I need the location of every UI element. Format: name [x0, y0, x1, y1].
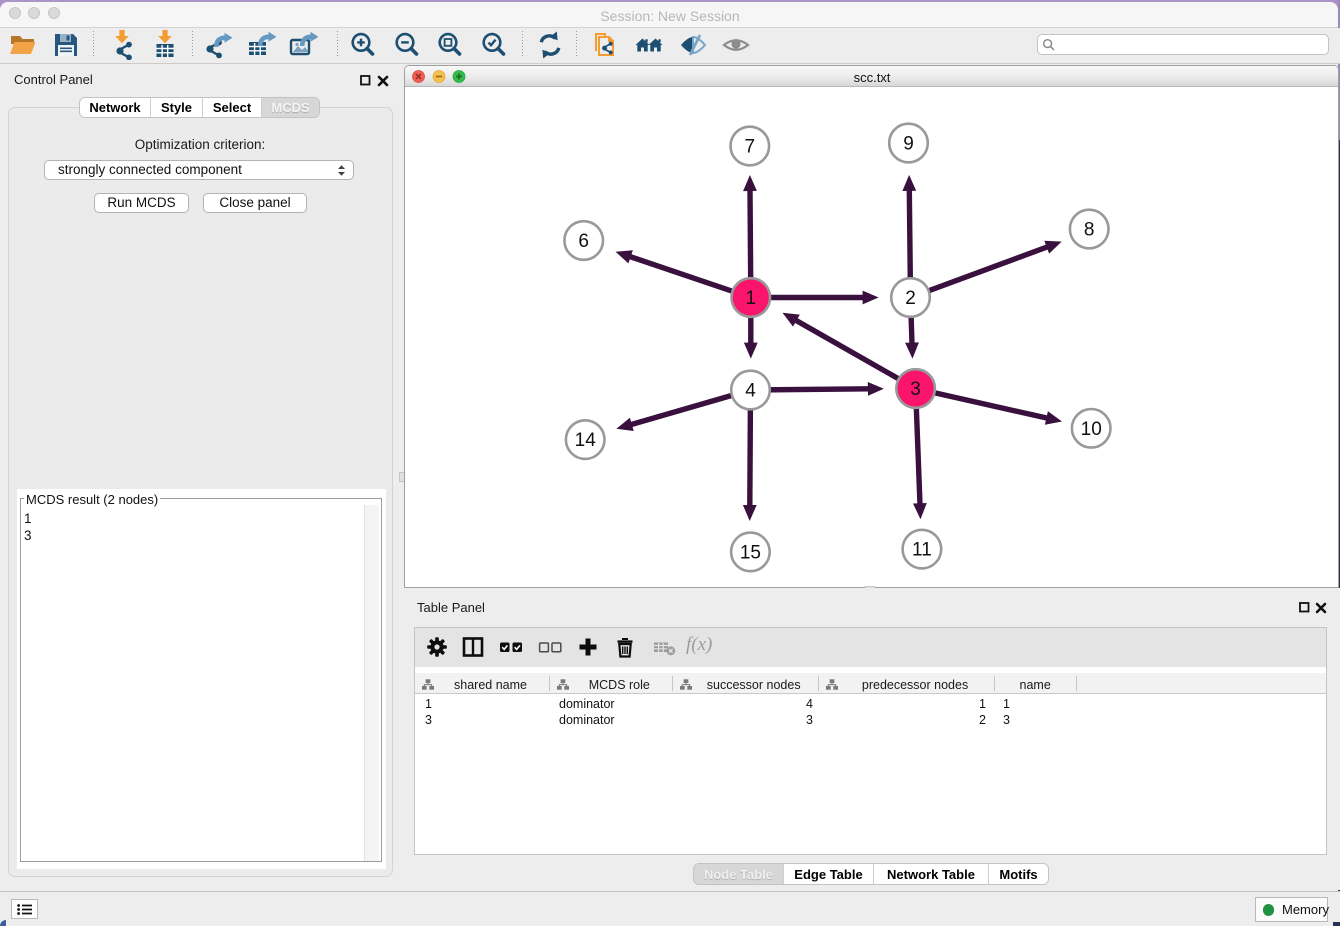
- svg-text:8: 8: [1084, 220, 1095, 241]
- svg-text:9: 9: [903, 134, 914, 155]
- svg-text:7: 7: [745, 137, 756, 158]
- svg-text:15: 15: [740, 543, 761, 564]
- svg-text:11: 11: [912, 540, 932, 561]
- svg-text:1: 1: [746, 288, 757, 309]
- svg-text:10: 10: [1081, 419, 1102, 440]
- svg-text:4: 4: [745, 381, 756, 402]
- svg-text:6: 6: [578, 231, 589, 252]
- svg-text:14: 14: [575, 430, 597, 451]
- svg-text:3: 3: [910, 379, 921, 400]
- svg-text:2: 2: [905, 288, 916, 309]
